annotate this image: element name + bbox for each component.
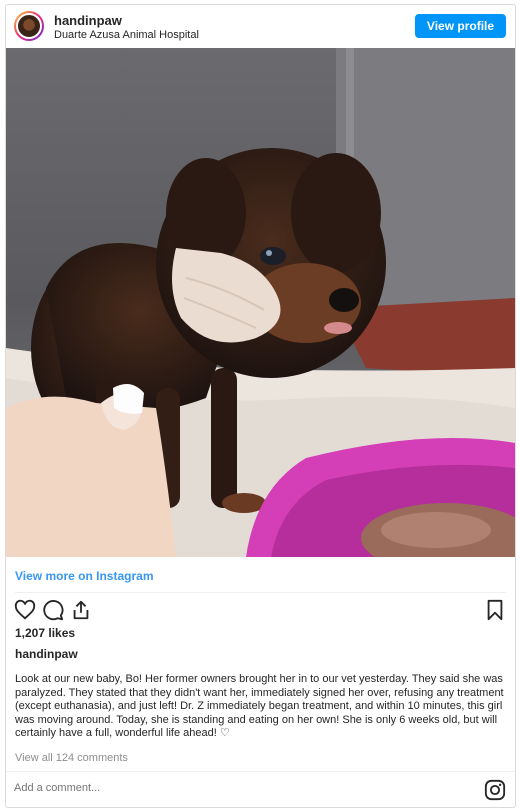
- action-bar: [6, 599, 515, 621]
- username[interactable]: handinpaw: [54, 13, 122, 28]
- instagram-icon[interactable]: [484, 779, 506, 801]
- divider: [15, 592, 506, 593]
- share-icon[interactable]: [70, 599, 92, 621]
- view-comments-link[interactable]: View all 124 comments: [15, 752, 128, 764]
- caption-text: Look at our new baby, Bo! Her former own…: [15, 673, 504, 739]
- avatar-image: [16, 13, 42, 39]
- comment-input[interactable]: [14, 782, 454, 794]
- location[interactable]: Duarte Azusa Animal Hospital: [54, 29, 199, 41]
- comment-bar: [6, 771, 515, 807]
- avatar[interactable]: [14, 11, 44, 41]
- post-header: handinpaw Duarte Azusa Animal Hospital V…: [6, 5, 515, 49]
- comment-icon[interactable]: [42, 599, 64, 621]
- puppy-photo: [6, 48, 515, 557]
- heart-icon[interactable]: [14, 599, 36, 621]
- view-more-link[interactable]: View more on Instagram: [15, 569, 154, 583]
- instagram-embed-card: handinpaw Duarte Azusa Animal Hospital V…: [5, 4, 516, 808]
- caption-username[interactable]: handinpaw: [15, 647, 78, 661]
- view-profile-button[interactable]: View profile: [415, 14, 506, 38]
- like-count[interactable]: 1,207 likes: [15, 626, 75, 640]
- post-photo[interactable]: [6, 48, 515, 557]
- bookmark-icon[interactable]: [484, 599, 506, 621]
